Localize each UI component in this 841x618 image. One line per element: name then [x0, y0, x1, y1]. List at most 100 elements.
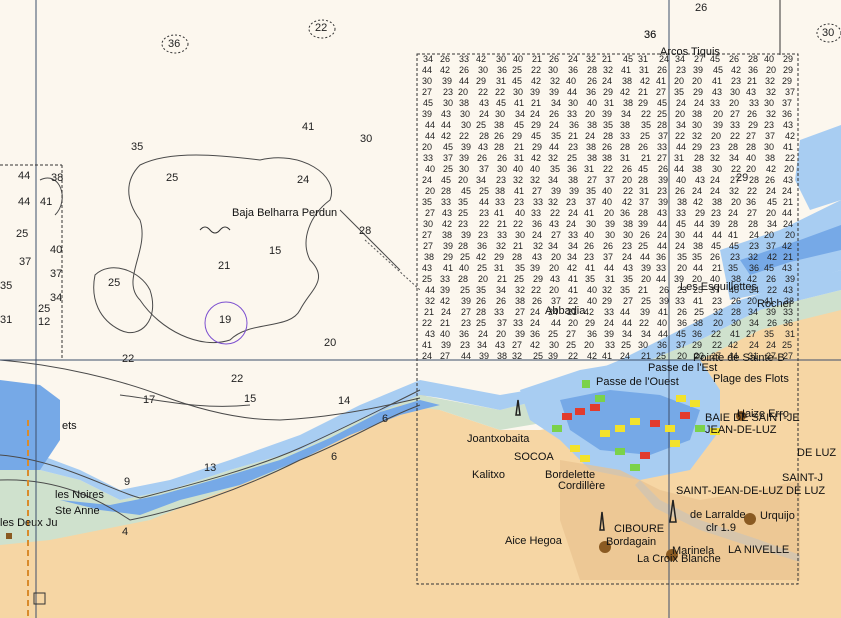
svg-text:45: 45 [461, 186, 471, 196]
sounding: 25 [108, 277, 121, 289]
svg-text:20: 20 [584, 340, 594, 350]
svg-text:31: 31 [605, 274, 615, 284]
svg-text:22: 22 [459, 131, 469, 141]
svg-text:29: 29 [692, 142, 702, 152]
sounding: 25 [16, 228, 29, 240]
svg-text:39: 39 [659, 296, 669, 306]
svg-text:42: 42 [584, 307, 594, 317]
label-rocher: Rocher [757, 298, 793, 310]
sounding: 15 [269, 245, 282, 257]
svg-text:44: 44 [604, 263, 614, 273]
svg-text:20: 20 [677, 263, 687, 273]
svg-text:44: 44 [622, 318, 632, 328]
svg-text:42: 42 [531, 153, 541, 163]
svg-text:24: 24 [692, 186, 702, 196]
svg-text:41: 41 [568, 274, 578, 284]
svg-text:21: 21 [568, 131, 578, 141]
svg-text:37: 37 [443, 153, 453, 163]
svg-text:37: 37 [658, 131, 668, 141]
svg-text:26: 26 [677, 307, 687, 317]
svg-text:26: 26 [476, 296, 486, 306]
svg-text:45: 45 [676, 219, 686, 229]
label-passe-ouest: Passe de l'Ouest [596, 376, 679, 388]
svg-text:23: 23 [566, 197, 576, 207]
svg-text:38: 38 [587, 120, 597, 130]
svg-text:36: 36 [497, 65, 507, 75]
svg-text:29: 29 [603, 87, 613, 97]
svg-text:23: 23 [461, 318, 471, 328]
svg-text:26: 26 [497, 153, 507, 163]
sounding: 35 [0, 280, 13, 292]
svg-text:37: 37 [785, 87, 795, 97]
label-arcos: Arcos Tiquis [660, 46, 720, 58]
svg-text:39: 39 [479, 351, 489, 361]
svg-text:28: 28 [587, 65, 597, 75]
svg-text:25: 25 [476, 318, 486, 328]
svg-text:34: 34 [641, 329, 651, 339]
svg-text:23: 23 [496, 175, 506, 185]
svg-text:39: 39 [443, 241, 453, 251]
svg-text:38: 38 [623, 98, 633, 108]
nautical-chart[interactable]: 34 26 33 42 30 40 21 26 24 32 21 45 31 24 34 27 45 26 28 40… [0, 0, 841, 618]
svg-text:37: 37 [586, 197, 596, 207]
svg-text:40: 40 [515, 208, 525, 218]
sounding: 25 [38, 303, 51, 315]
svg-text:25: 25 [548, 329, 558, 339]
svg-text:38: 38 [693, 318, 703, 328]
svg-text:41: 41 [514, 98, 524, 108]
svg-text:30: 30 [459, 164, 469, 174]
svg-text:33: 33 [423, 153, 433, 163]
svg-text:26: 26 [731, 296, 741, 306]
svg-text:26: 26 [549, 54, 559, 64]
left-shoal [0, 380, 60, 470]
sounding: 44 [18, 196, 31, 208]
svg-text:44: 44 [693, 263, 703, 273]
svg-text:22: 22 [550, 208, 560, 218]
svg-text:24: 24 [694, 98, 704, 108]
svg-text:28: 28 [458, 274, 468, 284]
svg-text:44: 44 [694, 219, 704, 229]
svg-text:23: 23 [568, 142, 578, 152]
svg-text:44: 44 [782, 208, 792, 218]
svg-text:30: 30 [478, 65, 488, 75]
svg-text:34: 34 [477, 340, 487, 350]
sounding: 13 [204, 462, 217, 474]
svg-text:32: 32 [586, 54, 596, 64]
svg-text:33: 33 [656, 263, 666, 273]
svg-text:45: 45 [514, 120, 524, 130]
svg-text:25: 25 [567, 153, 577, 163]
svg-text:45: 45 [531, 131, 541, 141]
svg-text:24: 24 [441, 307, 451, 317]
svg-text:40: 40 [459, 263, 469, 273]
svg-text:33: 33 [441, 197, 451, 207]
svg-text:40: 40 [764, 54, 774, 64]
svg-text:23: 23 [749, 241, 759, 251]
svg-text:40: 40 [657, 318, 667, 328]
svg-text:26: 26 [710, 252, 720, 262]
svg-text:31: 31 [514, 153, 524, 163]
svg-text:22: 22 [495, 87, 505, 97]
svg-text:36: 36 [532, 219, 542, 229]
svg-text:21: 21 [641, 153, 651, 163]
svg-text:39: 39 [442, 76, 452, 86]
sounding: 12 [38, 316, 51, 328]
svg-text:21: 21 [440, 318, 450, 328]
svg-text:40: 40 [676, 175, 686, 185]
svg-text:22: 22 [623, 186, 633, 196]
svg-text:24: 24 [585, 131, 595, 141]
svg-text:33: 33 [495, 197, 505, 207]
svg-text:33: 33 [440, 274, 450, 284]
svg-text:40: 40 [513, 164, 523, 174]
svg-text:44: 44 [549, 142, 559, 152]
svg-text:40: 40 [425, 164, 435, 174]
label-ste-anne: Ste Anne [55, 505, 100, 517]
sounding: 17 [143, 394, 156, 406]
label-passe-est: Passe de l'Est [648, 362, 718, 374]
svg-text:35: 35 [674, 87, 684, 97]
svg-text:24: 24 [530, 318, 540, 328]
svg-text:33: 33 [730, 120, 740, 130]
sounding: 26 [695, 2, 708, 14]
svg-text:20: 20 [604, 208, 614, 218]
svg-text:41: 41 [494, 208, 504, 218]
svg-text:24: 24 [782, 186, 792, 196]
